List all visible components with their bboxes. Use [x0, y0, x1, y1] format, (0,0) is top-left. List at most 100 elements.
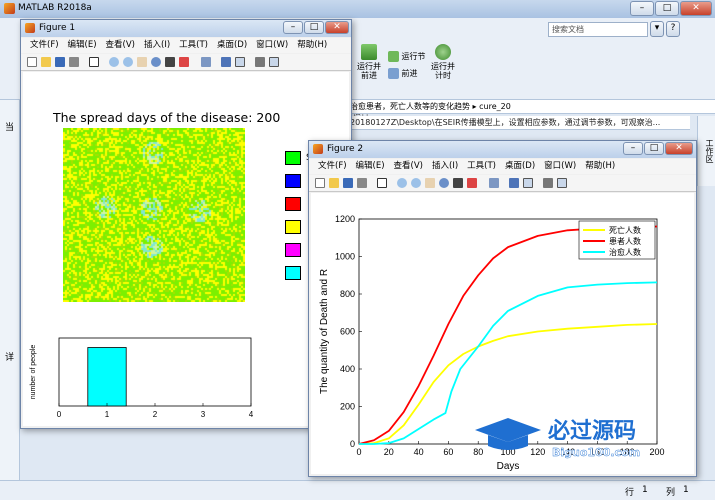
menu-file[interactable]: 文件(F)	[318, 159, 347, 174]
run-and-time-button[interactable]: 运行并 计时	[430, 44, 456, 80]
fig2-minimize-button[interactable]: –	[623, 142, 643, 155]
col-label: 列	[666, 488, 676, 498]
current-folder-path[interactable]: 20180127Z\Desktop\在SEIR传播模型上，设置相应参数，通过调节…	[345, 116, 690, 130]
x-tick-label: 2	[153, 410, 158, 419]
fig2-close-button[interactable]: ✕	[665, 142, 693, 155]
menu-desktop[interactable]: 桌面(D)	[217, 38, 247, 53]
print-icon[interactable]	[357, 178, 367, 188]
y-axis-label: The quantity of Death and R	[319, 269, 330, 394]
x-tick-label: 3	[201, 410, 206, 419]
run-time-icon	[435, 44, 451, 60]
row-label: 行	[625, 488, 635, 498]
state-swatch-r	[285, 266, 301, 280]
print-icon[interactable]	[69, 57, 79, 67]
menu-insert[interactable]: 插入(I)	[432, 159, 458, 174]
fig1-close-button[interactable]: ✕	[325, 21, 349, 34]
brush-icon[interactable]	[179, 57, 189, 67]
watermark-url: Biguo100.com	[552, 446, 640, 459]
pan-icon[interactable]	[425, 178, 435, 188]
advance-label: 前进	[401, 69, 418, 78]
hide-plot-tools-icon[interactable]	[255, 57, 265, 67]
run-advance-label: 运行并 前进	[357, 62, 381, 80]
workspace-tab[interactable]: 工作区	[697, 116, 715, 186]
figure1-canvas: The spread days of the disease: 200 S 01…	[23, 72, 349, 426]
zoom-in-icon[interactable]	[109, 57, 119, 67]
show-plot-tools-icon[interactable]	[557, 178, 567, 188]
legend-label: 患者人数	[609, 236, 641, 246]
show-plot-tools-icon[interactable]	[269, 57, 279, 67]
save-icon[interactable]	[343, 178, 353, 188]
y-tick-label: 0	[350, 439, 355, 449]
run-section-label: 运行节	[401, 52, 426, 61]
pan-icon[interactable]	[137, 57, 147, 67]
left-label-1: 当	[5, 123, 15, 133]
advance-button[interactable]: 前进	[388, 68, 428, 79]
breadcrumb-item[interactable]: 治愈患者，死亡人数等的变化趋势	[350, 102, 470, 111]
zoom-out-icon[interactable]	[123, 57, 133, 67]
legend-icon[interactable]	[523, 178, 533, 188]
open-icon[interactable]	[329, 178, 339, 188]
menu-view[interactable]: 查看(V)	[394, 159, 423, 174]
menu-desktop[interactable]: 桌面(D)	[505, 159, 535, 174]
menu-help[interactable]: 帮助(H)	[297, 38, 327, 53]
zoom-out-icon[interactable]	[411, 178, 421, 188]
new-figure-icon[interactable]	[27, 57, 37, 67]
colorbar-icon[interactable]	[221, 57, 231, 67]
fig2-maximize-button[interactable]: □	[644, 142, 664, 155]
search-input[interactable]: 搜索文档	[548, 22, 648, 37]
menu-edit[interactable]: 编辑(E)	[356, 159, 385, 174]
zoom-in-icon[interactable]	[397, 178, 407, 188]
pointer-icon[interactable]	[89, 57, 99, 67]
x-tick-label: 60	[443, 447, 453, 457]
menu-help[interactable]: 帮助(H)	[585, 159, 615, 174]
x-tick-label: 0	[356, 447, 361, 457]
fig1-maximize-button[interactable]: □	[304, 21, 324, 34]
close-button[interactable]: ✕	[680, 1, 712, 16]
advance-icon	[388, 68, 399, 79]
data-cursor-icon[interactable]	[165, 57, 175, 67]
menu-tools[interactable]: 工具(T)	[467, 159, 496, 174]
x-tick-label: 20	[384, 447, 394, 457]
infection-grid-map	[63, 128, 245, 302]
state-swatch-s	[285, 151, 301, 165]
run-section-button[interactable]: 运行节	[388, 51, 428, 62]
rotate-icon[interactable]	[151, 57, 161, 67]
brush-icon[interactable]	[467, 178, 477, 188]
menu-window[interactable]: 窗口(W)	[544, 159, 576, 174]
figure1-title: Figure 1	[39, 23, 76, 33]
status-bar: 行 1 列 1	[0, 480, 715, 500]
link-plot-icon[interactable]	[201, 57, 211, 67]
run-advance-button[interactable]: 运行并 前进	[356, 44, 382, 80]
breadcrumb-item[interactable]: cure_20	[479, 102, 511, 111]
legend-icon[interactable]	[235, 57, 245, 67]
fig1-minimize-button[interactable]: –	[283, 21, 303, 34]
hide-plot-tools-icon[interactable]	[543, 178, 553, 188]
open-icon[interactable]	[41, 57, 51, 67]
menu-window[interactable]: 窗口(W)	[256, 38, 288, 53]
bar	[87, 347, 127, 407]
y-tick-label: 200	[340, 402, 355, 412]
minimize-button[interactable]: –	[630, 1, 654, 16]
figure1-window[interactable]: Figure 1 – □ ✕ 文件(F) 编辑(E) 查看(V) 插入(I) 工具(T)…	[20, 19, 352, 429]
x-tick-label: 40	[414, 447, 424, 457]
rotate-icon[interactable]	[439, 178, 449, 188]
save-icon[interactable]	[55, 57, 65, 67]
figure1-menubar: 文件(F) 编辑(E) 查看(V) 插入(I) 工具(T) 桌面(D) 窗口(W) 帮助(H)	[21, 38, 351, 53]
colorbar-icon[interactable]	[509, 178, 519, 188]
menu-edit[interactable]: 编辑(E)	[68, 38, 97, 53]
maximize-button[interactable]: □	[655, 1, 679, 16]
x-tick-label: 4	[249, 410, 254, 419]
pointer-icon[interactable]	[377, 178, 387, 188]
new-figure-icon[interactable]	[315, 178, 325, 188]
menu-insert[interactable]: 插入(I)	[144, 38, 170, 53]
bar-y-axis-label: number of people	[30, 345, 37, 400]
menu-tools[interactable]: 工具(T)	[179, 38, 208, 53]
y-tick-label: 600	[340, 327, 355, 337]
help-icon[interactable]: ?	[666, 21, 680, 37]
search-filter-button[interactable]: ▾	[650, 21, 664, 37]
menu-file[interactable]: 文件(F)	[30, 38, 59, 53]
main-window-title: MATLAB R2018a	[18, 3, 92, 13]
data-cursor-icon[interactable]	[453, 178, 463, 188]
link-plot-icon[interactable]	[489, 178, 499, 188]
menu-view[interactable]: 查看(V)	[106, 38, 135, 53]
